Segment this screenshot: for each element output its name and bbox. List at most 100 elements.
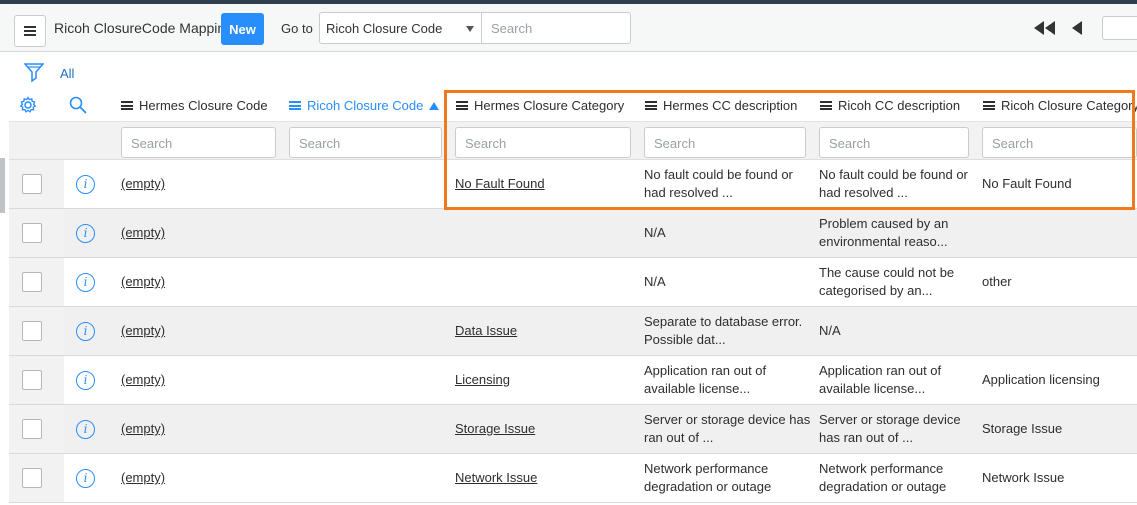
- info-icon[interactable]: i: [76, 224, 95, 243]
- cell-line: (empty): [121, 225, 166, 240]
- row-checkbox[interactable]: [22, 272, 42, 292]
- column-label: Ricoh Closure Category: [1001, 98, 1137, 113]
- cell-hermes-desc: Server or storage device has ran out of .…: [644, 411, 810, 447]
- cell-hermes-code[interactable]: (empty): [121, 371, 165, 389]
- column-header-ricoh-cc-description[interactable]: Ricoh CC description: [820, 98, 960, 113]
- column-menu-icon[interactable]: [456, 101, 468, 110]
- cell-line: Storage Issue: [455, 421, 536, 436]
- list-search-input[interactable]: Search: [481, 12, 631, 44]
- row-checkbox[interactable]: [22, 468, 42, 488]
- search-ricoh-closure-category-input[interactable]: Search: [982, 127, 1137, 158]
- cell-hermes-code[interactable]: (empty): [121, 273, 165, 291]
- row-checkbox[interactable]: [22, 419, 42, 439]
- cell-ricoh-desc: Application ran out of available license.…: [819, 362, 941, 398]
- cell-hermes-code[interactable]: (empty): [121, 420, 165, 438]
- left-scroll-edge: [0, 158, 5, 213]
- column-menu-icon[interactable]: [645, 101, 657, 110]
- cell-ricoh-category: No Fault Found: [982, 175, 1072, 193]
- cell-line: No Fault Found: [455, 176, 545, 191]
- column-menu-icon[interactable]: [820, 101, 832, 110]
- row-checkbox[interactable]: [22, 223, 42, 243]
- row-checkbox[interactable]: [22, 370, 42, 390]
- cell-ricoh-desc: N/A: [819, 322, 841, 340]
- filter-icon[interactable]: [24, 62, 44, 84]
- row-select-cell: [9, 454, 64, 502]
- cell-hermes-code[interactable]: (empty): [121, 322, 165, 340]
- info-icon[interactable]: i: [76, 175, 95, 194]
- column-header-hermes-closure-category[interactable]: Hermes Closure Category: [456, 98, 624, 113]
- table-row: i (empty) Data Issue Separate to database e…: [9, 307, 1137, 356]
- cell-line: Problem caused by an: [819, 216, 949, 231]
- search-hermes-closure-code-input[interactable]: Search: [121, 127, 276, 158]
- row-checkbox[interactable]: [22, 174, 42, 194]
- cell-hermes-category[interactable]: Storage Issue: [455, 420, 535, 438]
- cell-hermes-code[interactable]: (empty): [121, 469, 165, 487]
- search-ricoh-cc-description-input[interactable]: Search: [819, 127, 969, 158]
- cell-line: N/A: [644, 274, 666, 289]
- row-checkbox[interactable]: [22, 321, 42, 341]
- cell-ricoh-desc: Server or storage device has ran out of .…: [819, 411, 961, 447]
- context-menu-button[interactable]: [14, 15, 46, 47]
- cell-line: available license...: [819, 381, 926, 396]
- info-icon[interactable]: i: [76, 322, 95, 341]
- column-menu-icon[interactable]: [289, 101, 301, 110]
- column-header-row: Hermes Closure Code Ricoh Closure Code H…: [9, 88, 1137, 121]
- cell-hermes-code[interactable]: (empty): [121, 224, 165, 242]
- cell-ricoh-desc: No fault could be found or had resolved .…: [819, 166, 968, 202]
- cell-line: Network Issue: [982, 470, 1065, 485]
- table-row: i (empty) Licensing Application ran out of a…: [9, 356, 1137, 405]
- cell-line: Server or storage device: [819, 412, 961, 427]
- column-header-ricoh-closure-category[interactable]: Ricoh Closure Category: [983, 98, 1137, 113]
- previous-page-button[interactable]: [1072, 21, 1082, 35]
- goto-field-select[interactable]: Ricoh Closure Code: [319, 12, 482, 44]
- cell-line: (empty): [121, 372, 166, 387]
- page-number-input[interactable]: [1102, 16, 1137, 40]
- cell-line: Separate to database error.: [644, 314, 803, 329]
- cell-hermes-category[interactable]: Data Issue: [455, 322, 517, 340]
- cell-hermes-desc: N/A: [644, 224, 666, 242]
- cell-hermes-desc: N/A: [644, 273, 666, 291]
- list-title: Ricoh ClosureCode Mappings: [54, 20, 240, 36]
- dropdown-caret-icon: [466, 26, 474, 32]
- cell-line: (empty): [121, 323, 166, 338]
- row-select-cell: [9, 258, 64, 306]
- info-icon[interactable]: i: [76, 273, 95, 292]
- gear-icon[interactable]: [19, 96, 37, 114]
- breadcrumb-all[interactable]: All: [60, 66, 74, 81]
- cell-line: available license...: [644, 381, 751, 396]
- info-icon[interactable]: i: [76, 420, 95, 439]
- table-row: i (empty) Storage Issue Server or storage d…: [9, 405, 1137, 454]
- cell-ricoh-desc: Problem caused by an environmental reaso.…: [819, 215, 948, 251]
- column-header-ricoh-closure-code[interactable]: Ricoh Closure Code: [289, 98, 440, 113]
- column-menu-icon[interactable]: [983, 101, 995, 110]
- filter-bar: All: [0, 52, 1137, 92]
- info-icon[interactable]: i: [76, 469, 95, 488]
- cell-line: Data Issue: [455, 323, 518, 338]
- row-select-cell: [9, 405, 64, 453]
- cell-line: (empty): [121, 421, 166, 436]
- search-icon[interactable]: [69, 96, 87, 114]
- cell-ricoh-category: Application licensing: [982, 371, 1100, 389]
- cell-line: Application ran out of: [644, 363, 767, 378]
- column-header-hermes-closure-code[interactable]: Hermes Closure Code: [121, 98, 268, 113]
- first-page-button[interactable]: [1034, 21, 1058, 35]
- cell-ricoh-desc: The cause could not be categorised by an.…: [819, 264, 954, 300]
- cell-line: Network performance: [644, 461, 769, 476]
- cell-line: categorised by an...: [819, 283, 933, 298]
- row-select-cell: [9, 160, 64, 208]
- cell-hermes-code[interactable]: (empty): [121, 175, 165, 193]
- cell-hermes-category[interactable]: Licensing: [455, 371, 510, 389]
- cell-hermes-category[interactable]: Network Issue: [455, 469, 537, 487]
- cell-line: No fault could be found or: [819, 167, 968, 182]
- cell-hermes-category[interactable]: No Fault Found: [455, 175, 545, 193]
- cell-line: Storage Issue: [982, 421, 1063, 436]
- search-hermes-closure-category-input[interactable]: Search: [455, 127, 631, 158]
- cell-line: Server or storage device has: [644, 412, 811, 427]
- search-ricoh-closure-code-input[interactable]: Search: [289, 127, 442, 158]
- new-button[interactable]: New: [221, 13, 264, 45]
- info-icon[interactable]: i: [76, 371, 95, 390]
- column-search-row: Search Search Search Search Search Searc…: [9, 121, 1137, 160]
- search-hermes-cc-description-input[interactable]: Search: [644, 127, 806, 158]
- column-menu-icon[interactable]: [121, 101, 133, 110]
- column-header-hermes-cc-description[interactable]: Hermes CC description: [645, 98, 797, 113]
